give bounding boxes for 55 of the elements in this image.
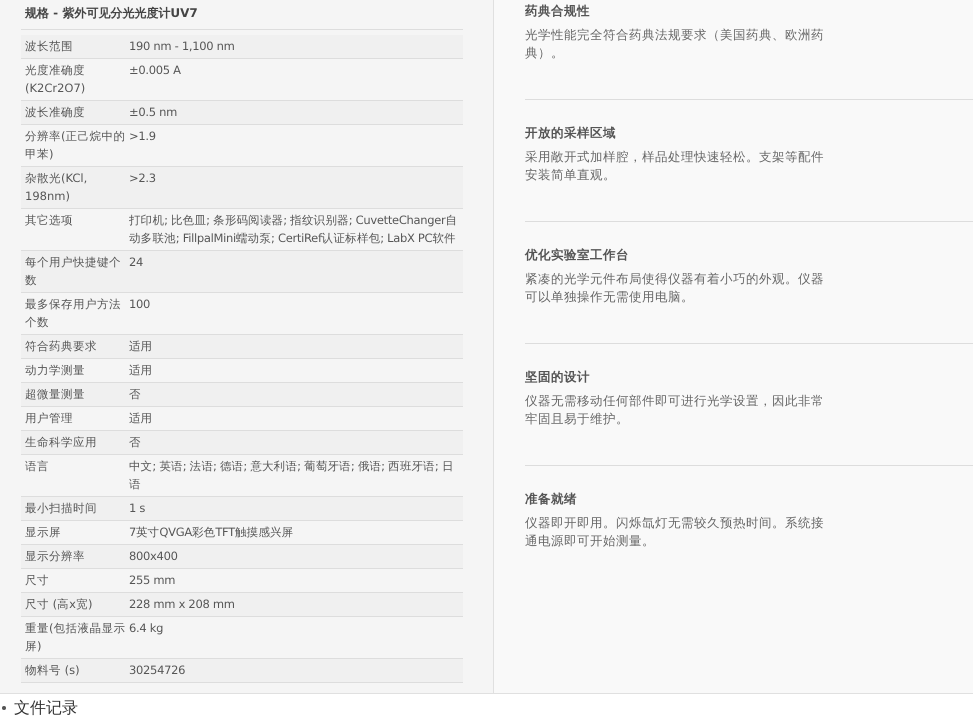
feature-title: 开放的采样区域 <box>525 125 617 142</box>
spec-label: 重量(包括液晶显示屏) <box>24 620 126 655</box>
spec-value: 1 s <box>129 500 146 517</box>
spec-value: >1.9 <box>129 128 157 145</box>
spec-value: 否 <box>129 434 142 451</box>
spec-value: 800x400 <box>129 548 179 565</box>
spec-value: 否 <box>129 386 142 403</box>
feature-text: 仪器无需移动任何部件即可进行光学设置，因此非常牢固且易于维护。 <box>525 392 825 428</box>
spec-value: >2.3 <box>129 170 157 187</box>
feature-title: 准备就绪 <box>525 491 578 508</box>
spec-label: 语言 <box>24 458 50 475</box>
spec-label: 超微量测量 <box>24 386 86 403</box>
spec-value: 适用 <box>129 338 154 355</box>
spec-label: 尺寸 <box>24 572 50 589</box>
feature-title: 药典合规性 <box>525 3 591 20</box>
spec-label: 其它选项 <box>24 212 74 229</box>
spec-label: 生命科学应用 <box>24 434 98 451</box>
spec-value: 228 mm x 208 mm <box>129 596 236 613</box>
spec-label: 显示屏 <box>24 524 62 541</box>
spec-label: 尺寸 (高x宽) <box>24 596 94 613</box>
feature-title: 优化实验室工作台 <box>525 247 630 264</box>
feature-title: 坚固的设计 <box>525 369 591 386</box>
spec-label: 光度准确度 (K2Cr2O7) <box>24 62 86 97</box>
feature-text: 紧凑的光学元件布局使得仪器有着小巧的外观。仪器可以单独操作无需使用电脑。 <box>525 270 825 306</box>
spec-value: 255 mm <box>129 572 176 589</box>
spec-value: ±0.5 nm <box>129 104 178 121</box>
spec-label: 物料号 (s) <box>24 662 81 679</box>
spec-label: 用户管理 <box>24 410 74 427</box>
spec-value: ±0.005 A <box>129 62 182 79</box>
spec-label: 动力学测量 <box>24 362 86 379</box>
spec-value: 6.4 kg <box>129 620 164 637</box>
bullet-icon <box>2 706 6 710</box>
spec-label: 杂散光(KCl, 198nm) <box>24 170 88 205</box>
spec-value: 适用 <box>129 362 154 379</box>
spec-label: 分辨率(正己烷中的甲苯) <box>24 128 126 163</box>
spec-label: 最多保存用户方法个数 <box>24 296 122 331</box>
feature-text: 仪器即开即用。闪烁氙灯无需较久预热时间。系统接通电源即可开始测量。 <box>525 514 825 550</box>
feature-text: 光学性能完全符合药典法规要求（美国药典、欧洲药典）。 <box>525 26 825 62</box>
spec-label: 显示分辨率 <box>24 548 86 565</box>
spec-value: 适用 <box>129 410 154 427</box>
spec-label: 符合药典要求 <box>24 338 98 355</box>
specs-title: 规格 - 紫外可见分光光度计UV7 <box>21 4 463 30</box>
spec-label: 波长范围 <box>24 38 74 55</box>
spec-label: 波长准确度 <box>24 104 86 121</box>
spec-value: 100 <box>129 296 152 313</box>
spec-value: 打印机; 比色皿; 条形码阅读器; 指纹识别器; CuvetteChanger自动多联池; FillpalMini蠕动泵; CertiRef认证标样包; LabX PC软件 <box>129 212 458 247</box>
spec-value: 中文; 英语; 法语; 德语; 意大利语; 葡萄牙语; 俄语; 西班牙语; 日语 <box>129 458 455 493</box>
spec-value: 24 <box>129 254 144 271</box>
spec-label: 每个用户快捷键个数 <box>24 254 122 289</box>
spec-label: 最小扫描时间 <box>24 500 98 517</box>
spec-value: 190 nm - 1,100 nm <box>129 38 236 55</box>
feature-text: 采用敞开式加样腔，样品处理快速轻松。支架等配件安装简单直观。 <box>525 148 825 184</box>
spec-value: 7英寸QVGA彩色TFT触摸感兴屏 <box>129 524 294 541</box>
spec-value: 30254726 <box>129 662 186 679</box>
section-heading: 文件记录 <box>14 698 78 718</box>
